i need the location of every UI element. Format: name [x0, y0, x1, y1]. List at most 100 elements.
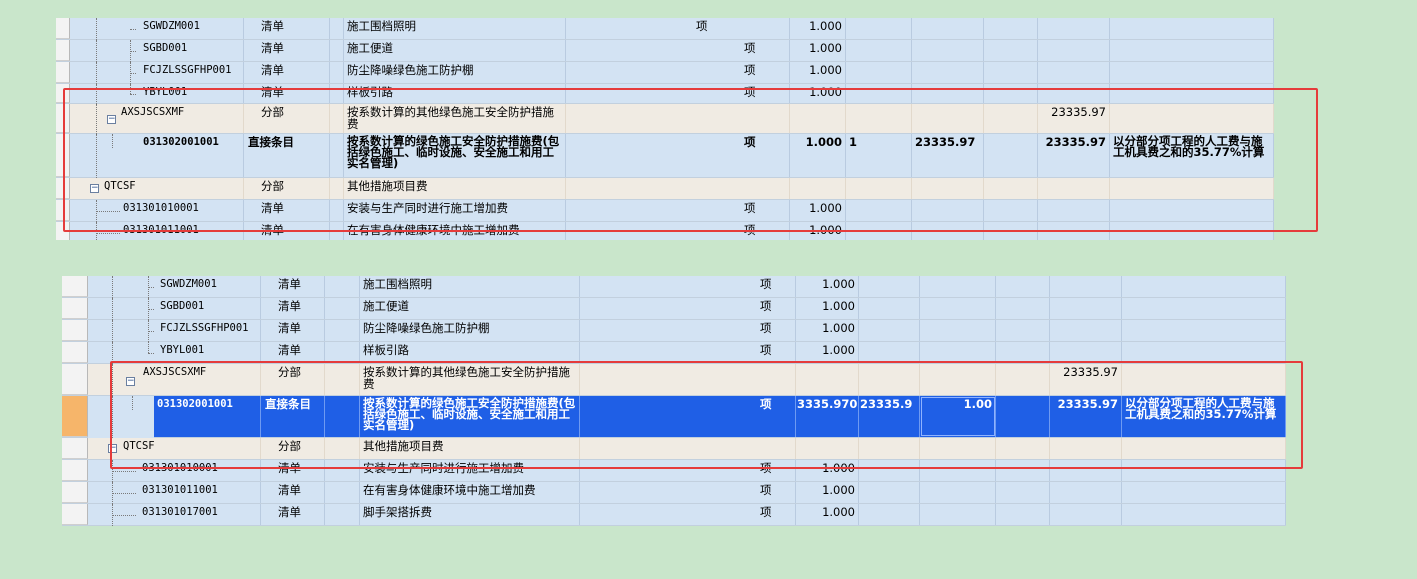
cell-c1[interactable] — [859, 276, 920, 297]
cell-c1[interactable] — [859, 342, 920, 363]
cell-unit[interactable]: 项 — [580, 460, 796, 481]
cell-code[interactable]: 031301010001 — [120, 200, 244, 221]
cell-qty[interactable]: 1.000 — [790, 222, 846, 240]
cell-c2[interactable] — [920, 482, 996, 503]
cell-unit[interactable]: 项 — [566, 62, 790, 83]
cell-code[interactable]: FCJZLSSGFHP001 — [140, 62, 244, 83]
cell-code[interactable]: 031301010001 — [139, 460, 261, 481]
cell-c3[interactable] — [984, 200, 1038, 221]
cell-remark[interactable] — [1122, 276, 1286, 297]
cell-c3[interactable] — [996, 438, 1050, 459]
cell-c3[interactable] — [984, 222, 1038, 240]
cell-name[interactable]: 在有害身体健康环境中施工增加费 — [360, 482, 580, 503]
cell-remark[interactable] — [1122, 482, 1286, 503]
cell-code[interactable]: SGWDZM001 — [140, 18, 244, 39]
table-row-group[interactable]: − AXSJSCSXMF 分部 按系数计算的其他绿色施工安全防护措施费 2333… — [56, 104, 1274, 134]
cell-c2[interactable] — [912, 40, 984, 61]
cell-c2[interactable] — [912, 62, 984, 83]
cell-unit[interactable]: 项 — [580, 320, 796, 341]
cell-code[interactable]: 031302001001 — [154, 396, 261, 437]
cell-c1[interactable] — [859, 504, 920, 525]
cell-unit[interactable]: 项 — [580, 482, 796, 503]
cell-code[interactable]: 031301011001 — [120, 222, 244, 240]
table-row[interactable]: FCJZLSSGFHP001 清单 防尘降噪绿色施工防护棚 项 1.000 — [56, 62, 1274, 84]
cell-qty[interactable]: 1.000 — [796, 482, 859, 503]
cell-remark[interactable] — [1110, 84, 1274, 103]
cell-remark[interactable] — [1122, 320, 1286, 341]
row-header[interactable] — [56, 104, 70, 133]
cell-code[interactable]: 031302001001 — [140, 134, 244, 177]
cell-total[interactable] — [1038, 62, 1110, 83]
cell-c1[interactable] — [859, 320, 920, 341]
cell-c2[interactable] — [920, 276, 996, 297]
cell-remark[interactable] — [1122, 342, 1286, 363]
cell-c1[interactable] — [859, 482, 920, 503]
cell-remark[interactable] — [1122, 504, 1286, 525]
cell-name[interactable]: 安装与生产同时进行施工增加费 — [360, 460, 580, 481]
cell-c3[interactable] — [996, 320, 1050, 341]
cell-name[interactable]: 按系数计算的绿色施工安全防护措施费(包括绿色施工、临时设施、安全施工和用工实名管… — [360, 396, 580, 437]
cell-total[interactable] — [1050, 298, 1122, 319]
cell-qty[interactable]: 1.000 — [790, 40, 846, 61]
row-header[interactable] — [62, 320, 88, 341]
table-row[interactable]: 031301011001 清单 在有害身体健康环境中施工增加费 项 1.000 — [56, 222, 1274, 240]
cell-code[interactable]: FCJZLSSGFHP001 — [157, 320, 261, 341]
cell-name[interactable]: 施工围档照明 — [344, 18, 566, 39]
row-header[interactable] — [62, 504, 88, 525]
cell-unit[interactable]: 项 — [580, 298, 796, 319]
cell-name[interactable]: 在有害身体健康环境中施工增加费 — [344, 222, 566, 240]
cell-type[interactable]: 清单 — [244, 222, 330, 240]
table-row[interactable]: SGWDZM001 清单 施工围档照明 项 1.000 — [62, 276, 1286, 298]
cell-c2[interactable] — [920, 460, 996, 481]
cell-type[interactable]: 清单 — [261, 320, 325, 341]
cell-total[interactable] — [1038, 84, 1110, 103]
cell-name[interactable]: 其他措施项目费 — [360, 438, 580, 459]
cell-total[interactable] — [1050, 276, 1122, 297]
cell-name[interactable]: 按系数计算的其他绿色施工安全防护措施费 — [360, 364, 580, 395]
cell-total[interactable] — [1050, 320, 1122, 341]
cell-code[interactable]: 031301011001 — [139, 482, 261, 503]
cell-c3[interactable] — [984, 178, 1038, 199]
cell-qty[interactable]: 1.000 — [790, 84, 846, 103]
cell-c1[interactable] — [859, 298, 920, 319]
cell-c3[interactable] — [996, 460, 1050, 481]
row-header[interactable] — [56, 18, 70, 39]
row-header[interactable] — [62, 364, 88, 395]
cell-total[interactable] — [1038, 200, 1110, 221]
cell-name[interactable]: 施工便道 — [344, 40, 566, 61]
cell-c1[interactable] — [859, 438, 920, 459]
cell-code[interactable]: QTCSF — [101, 178, 244, 199]
cell-c1[interactable] — [859, 460, 920, 481]
cell-type[interactable]: 清单 — [244, 62, 330, 83]
cell-type[interactable]: 清单 — [244, 200, 330, 221]
cell-name[interactable]: 施工便道 — [360, 298, 580, 319]
table-row[interactable]: SGWDZM001 清单 施工围档照明 项 1.000 — [56, 18, 1274, 40]
cell-c3[interactable] — [996, 342, 1050, 363]
cell-remark[interactable]: 以分部分项工程的人工费与施工机具费之和的35.77%计算 — [1110, 134, 1274, 177]
cell-c1[interactable] — [846, 222, 912, 240]
cell-total[interactable]: 23335.97 — [1038, 104, 1110, 133]
cell-name[interactable]: 施工围档照明 — [360, 276, 580, 297]
cell-type[interactable]: 清单 — [244, 84, 330, 103]
cell-total[interactable] — [1038, 178, 1110, 199]
cell-remark[interactable] — [1110, 200, 1274, 221]
cell-type[interactable]: 分部 — [261, 438, 325, 459]
cell-unit[interactable]: 项 — [580, 396, 796, 437]
row-header[interactable] — [56, 84, 70, 103]
cell-unit[interactable]: 项 — [566, 222, 790, 240]
cell-qty[interactable] — [796, 438, 859, 459]
cell-name[interactable]: 按系数计算的绿色施工安全防护措施费(包括绿色施工、临时设施、安全施工和用工实名管… — [344, 134, 566, 177]
cell-c3[interactable] — [996, 298, 1050, 319]
cell-type[interactable]: 分部 — [244, 178, 330, 199]
row-header[interactable] — [62, 298, 88, 319]
cell-c1[interactable] — [859, 364, 920, 395]
row-header[interactable] — [56, 62, 70, 83]
cell-c2[interactable] — [912, 84, 984, 103]
cell-total[interactable] — [1050, 460, 1122, 481]
cell-unit[interactable]: 项 — [566, 18, 790, 39]
cell-remark[interactable] — [1110, 222, 1274, 240]
cell-total[interactable]: 23335.97 — [1038, 134, 1110, 177]
cell-total[interactable] — [1038, 18, 1110, 39]
cell-name[interactable]: 样板引路 — [344, 84, 566, 103]
cell-c1[interactable] — [846, 40, 912, 61]
